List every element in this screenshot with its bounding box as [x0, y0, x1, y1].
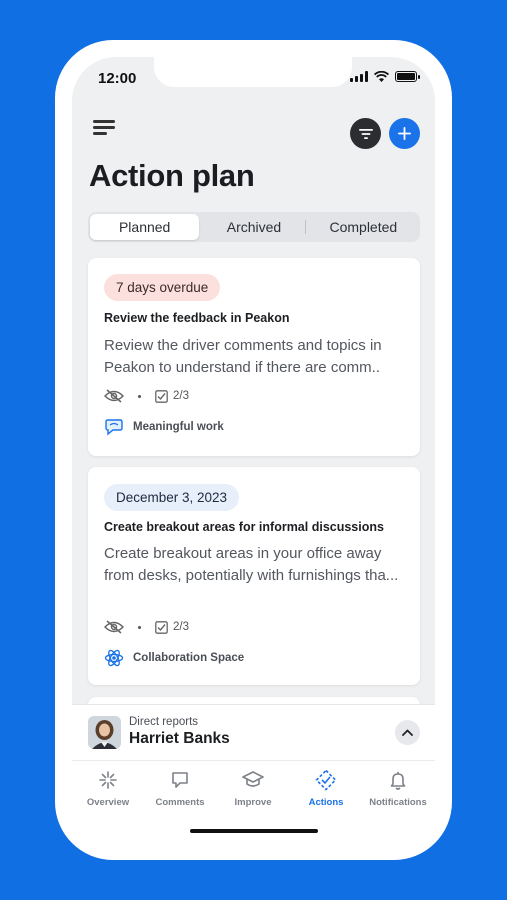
bell-icon — [390, 772, 406, 790]
expand-drawer-button[interactable] — [395, 720, 420, 745]
phone-screen: 12:00 Action plan Planned Archived Compl… — [72, 57, 435, 843]
comment-icon — [172, 772, 188, 788]
action-meta: 2/3 — [104, 620, 189, 634]
home-indicator — [190, 829, 318, 833]
phone-notch — [154, 57, 352, 87]
tab-label: Overview — [86, 797, 130, 808]
eye-off-icon — [104, 389, 124, 403]
due-date-badge: December 3, 2023 — [104, 484, 240, 511]
status-time: 12:00 — [98, 70, 137, 87]
graduation-cap-icon — [242, 771, 264, 787]
action-description: Create breakout areas in your office awa… — [104, 545, 399, 584]
driver-label: Collaboration Space — [133, 652, 245, 664]
driver-label: Meaningful work — [133, 421, 224, 433]
page-title: Action plan — [89, 158, 255, 193]
eye-off-icon — [104, 620, 124, 634]
speech-bubble-icon — [105, 419, 123, 436]
diamond-icon — [315, 769, 337, 791]
segment-completed[interactable]: Completed — [309, 214, 418, 240]
tab-improve[interactable]: Improve — [217, 769, 289, 808]
action-title: Review the feedback in Peakon — [104, 311, 290, 325]
tab-label: Comments — [155, 797, 205, 808]
action-title: Create breakout areas for informal discu… — [104, 520, 384, 534]
action-card[interactable]: December 3, 2023 Create breakout areas f… — [88, 467, 420, 685]
segment-archived[interactable]: Archived — [199, 214, 308, 240]
tab-actions[interactable]: Actions — [290, 769, 362, 808]
action-description: Review the driver comments and topics in… — [104, 337, 382, 376]
checkbox-icon — [155, 620, 168, 634]
tab-notifications[interactable]: Notifications — [362, 769, 434, 808]
segmented-control: Planned Archived Completed — [88, 212, 420, 242]
tab-overview[interactable]: Overview — [72, 769, 144, 808]
tab-comments[interactable]: Comments — [144, 769, 216, 808]
meta-separator — [138, 625, 141, 629]
battery-icon — [395, 71, 420, 82]
wifi-icon — [374, 71, 389, 82]
task-progress: 2/3 — [155, 389, 189, 403]
sparkle-icon — [99, 771, 117, 789]
task-progress-count: 2/3 — [173, 621, 189, 633]
manager-name: Harriet Banks — [129, 730, 230, 747]
filter-button[interactable] — [350, 118, 381, 149]
atom-icon — [104, 649, 124, 667]
add-action-button[interactable] — [389, 118, 420, 149]
chevron-up-icon — [402, 729, 413, 736]
meta-separator — [138, 394, 141, 398]
avatar — [88, 716, 121, 749]
driver-tag: Collaboration Space — [104, 648, 244, 668]
checkbox-icon — [155, 389, 168, 403]
tab-label: Notifications — [369, 797, 427, 808]
driver-tag: Meaningful work — [104, 417, 224, 437]
action-meta: 2/3 — [104, 389, 189, 403]
segment-planned[interactable]: Planned — [90, 214, 200, 240]
action-card[interactable]: 7 days overdue Review the feedback in Pe… — [88, 258, 420, 456]
task-progress: 2/3 — [155, 620, 189, 634]
overdue-badge: 7 days overdue — [104, 274, 221, 301]
tab-label: Improve — [234, 797, 272, 808]
task-progress-count: 2/3 — [173, 390, 189, 402]
tab-label: Actions — [308, 797, 344, 808]
segment-divider — [305, 220, 306, 234]
direct-reports-drawer[interactable]: Direct reports Harriet Banks — [72, 704, 435, 760]
cellular-signal-icon — [350, 71, 368, 82]
filter-icon — [358, 128, 373, 139]
status-icons — [350, 71, 420, 82]
plus-icon — [398, 127, 411, 140]
menu-icon[interactable] — [93, 120, 115, 136]
bottom-tab-bar: Overview Comments Improve Actions Notifi… — [72, 760, 435, 843]
drawer-subtitle: Direct reports — [129, 716, 199, 728]
